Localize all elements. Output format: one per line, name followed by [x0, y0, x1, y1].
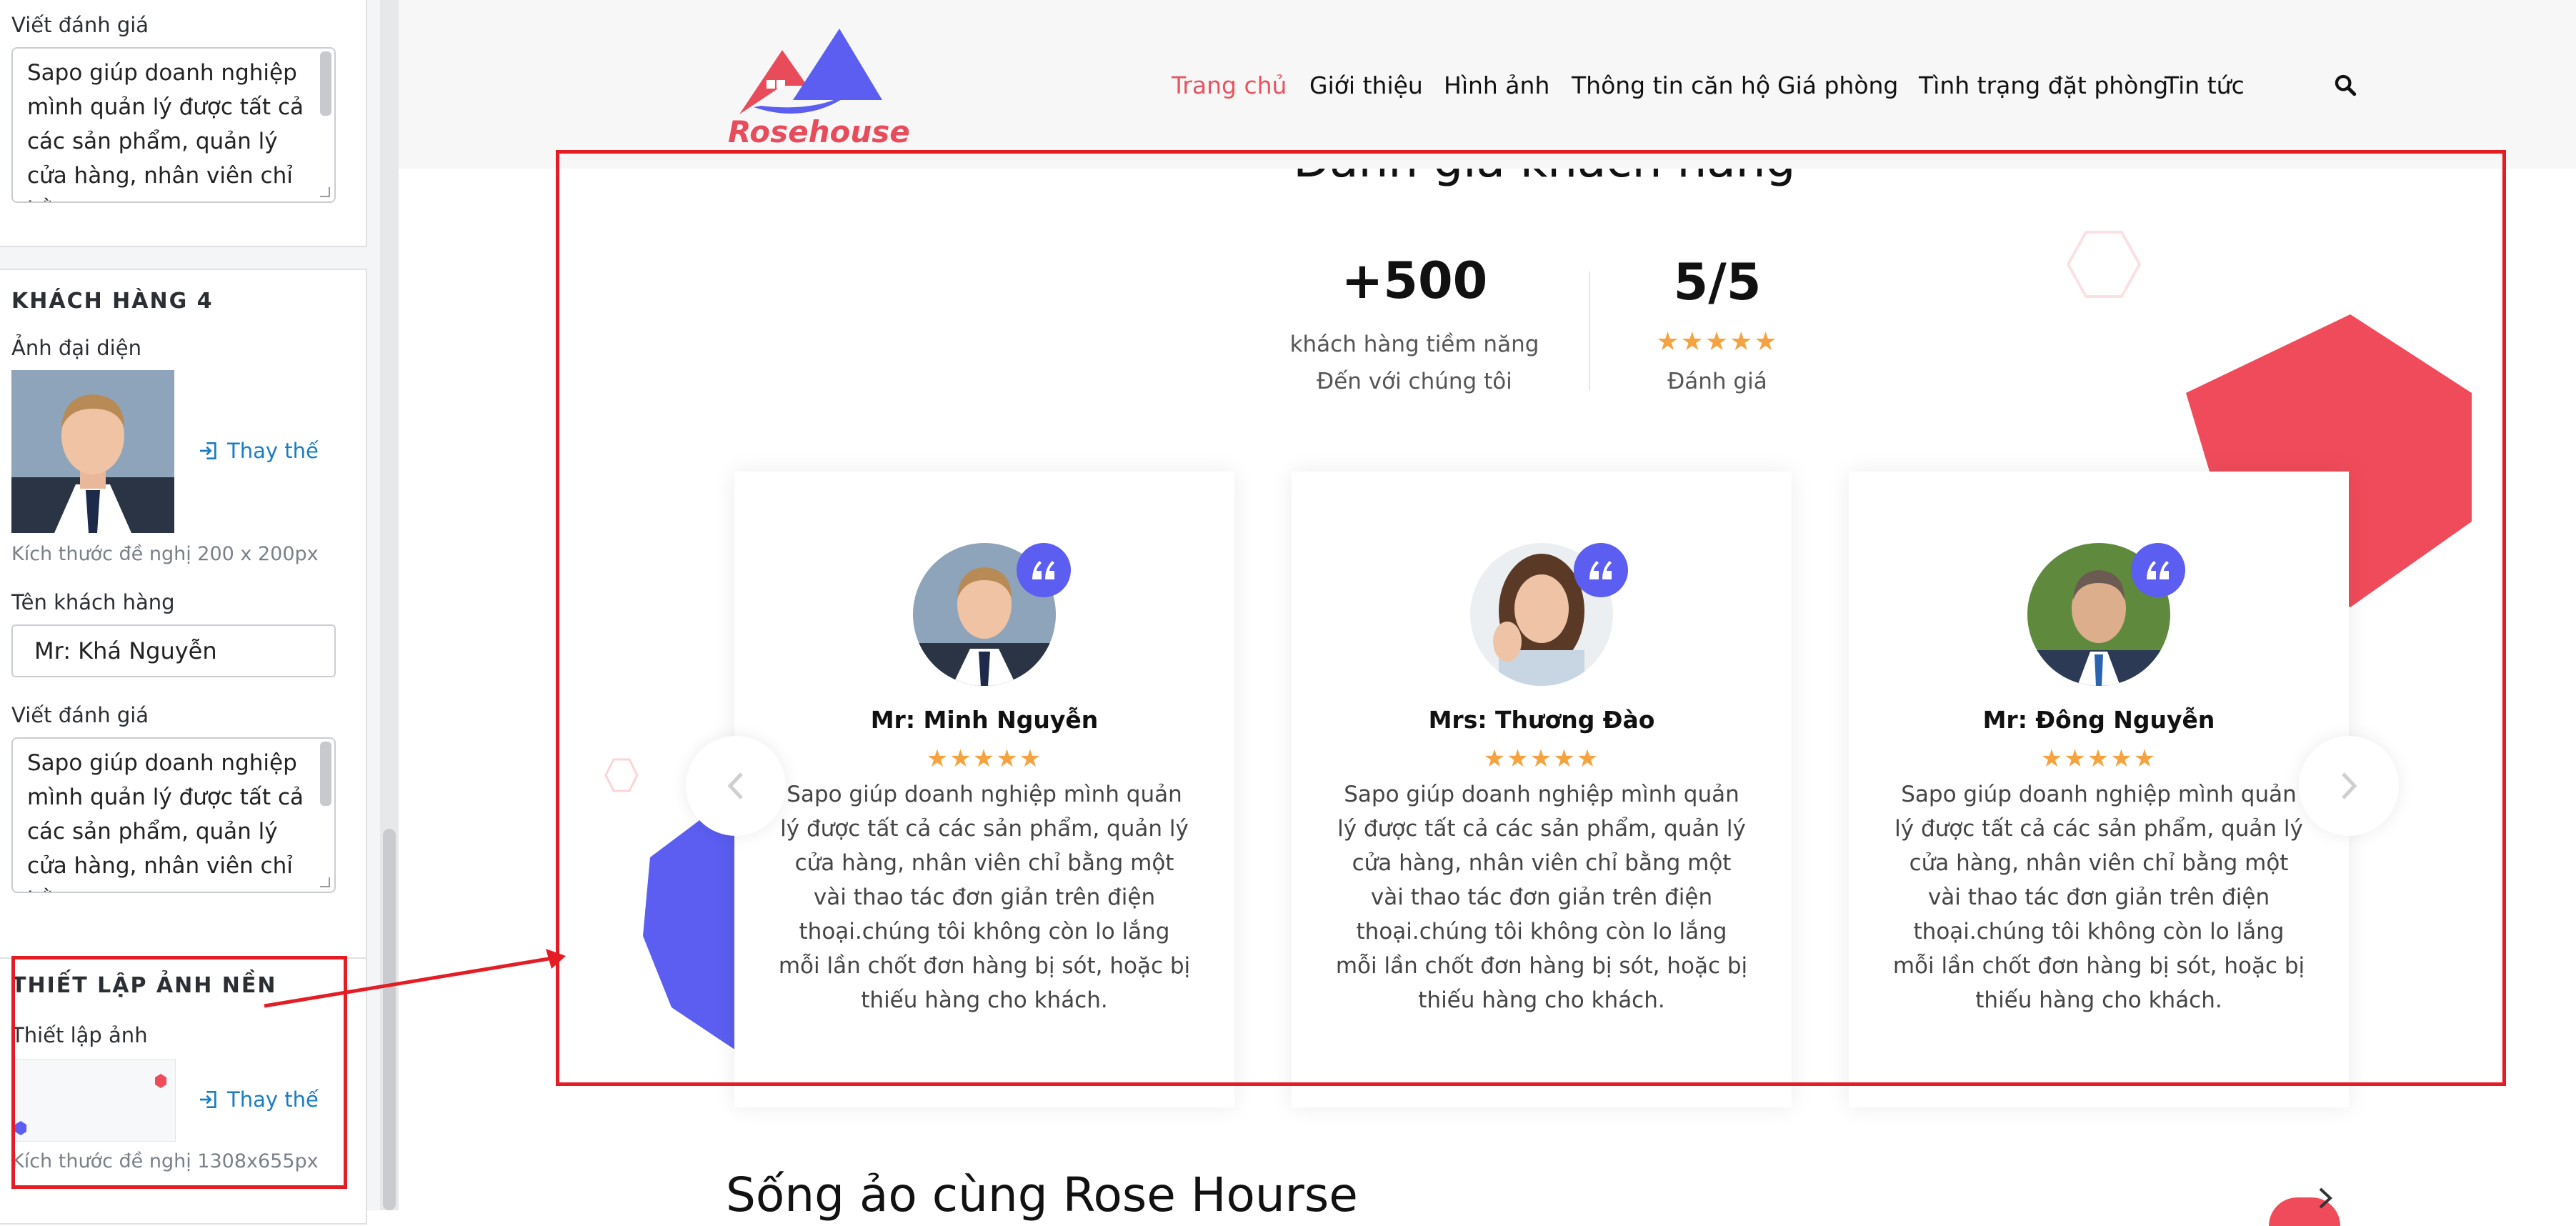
- rosehouse-logo[interactable]: Rosehouse: [725, 21, 910, 150]
- logo-text: Rosehouse: [728, 114, 910, 149]
- review-label: Viết đánh giá: [11, 13, 149, 37]
- nav-item-apartment-info[interactable]: Thông tin căn hộ: [1572, 71, 1770, 99]
- next-section-title: Sống ảo cùng Rose Hourse: [726, 1167, 1358, 1222]
- nav-item-news[interactable]: Tin tức: [2165, 71, 2245, 99]
- customer4-card: KHÁCH HÀNG 4 Ảnh đại diện Thay thế Kích …: [0, 269, 367, 965]
- review-label: Viết đánh giá: [11, 703, 149, 727]
- customer-name-input[interactable]: Mr: Khá Nguyễn: [11, 624, 336, 677]
- review-textarea-text: Sapo giúp doanh nghiệp mình quản lý được…: [27, 750, 304, 892]
- customer4-title: KHÁCH HÀNG 4: [11, 289, 214, 314]
- textarea-scrollbar[interactable]: [320, 742, 331, 806]
- nav-item-gallery[interactable]: Hình ảnh: [1444, 71, 1549, 99]
- resize-grip-icon[interactable]: [320, 187, 330, 197]
- replace-avatar-button[interactable]: Thay thế: [197, 439, 319, 463]
- customer3-card: Viết đánh giá Sapo giúp doanh nghiệp mìn…: [0, 0, 367, 247]
- annotation-highlight-box: [556, 150, 2506, 1086]
- avatar-label: Ảnh đại diện: [11, 336, 141, 360]
- nav-item-pricing[interactable]: Giá phòng: [1777, 71, 1898, 99]
- textarea-scrollbar[interactable]: [320, 51, 331, 116]
- customer4-avatar: [11, 370, 174, 533]
- sign-in-icon: [200, 442, 216, 459]
- customer-name-label: Tên khách hàng: [11, 590, 175, 614]
- logo-house-icon: [739, 29, 882, 114]
- annotation-arrow-icon: [264, 949, 566, 1008]
- nav-item-home[interactable]: Trang chủ: [1172, 71, 1287, 99]
- review-textarea[interactable]: Sapo giúp doanh nghiệp mình quản lý được…: [11, 737, 336, 893]
- nav-item-about[interactable]: Giới thiệu: [1309, 71, 1423, 99]
- review-textarea[interactable]: Sapo giúp doanh nghiệp mình quản lý được…: [11, 47, 336, 203]
- review-textarea-text: Sapo giúp doanh nghiệp mình quản lý được…: [27, 60, 304, 201]
- replace-label: Thay thế: [227, 439, 319, 463]
- chevron-right-icon[interactable]: [2315, 1186, 2336, 1210]
- portrait-man-1: [11, 370, 174, 533]
- avatar-size-hint: Kích thước đề nghị 200 x 200px: [11, 543, 319, 565]
- search-icon[interactable]: [2333, 73, 2357, 97]
- resize-grip-icon[interactable]: [320, 877, 330, 887]
- nav-item-booking-status[interactable]: Tình trạng đặt phòng: [1919, 71, 2168, 99]
